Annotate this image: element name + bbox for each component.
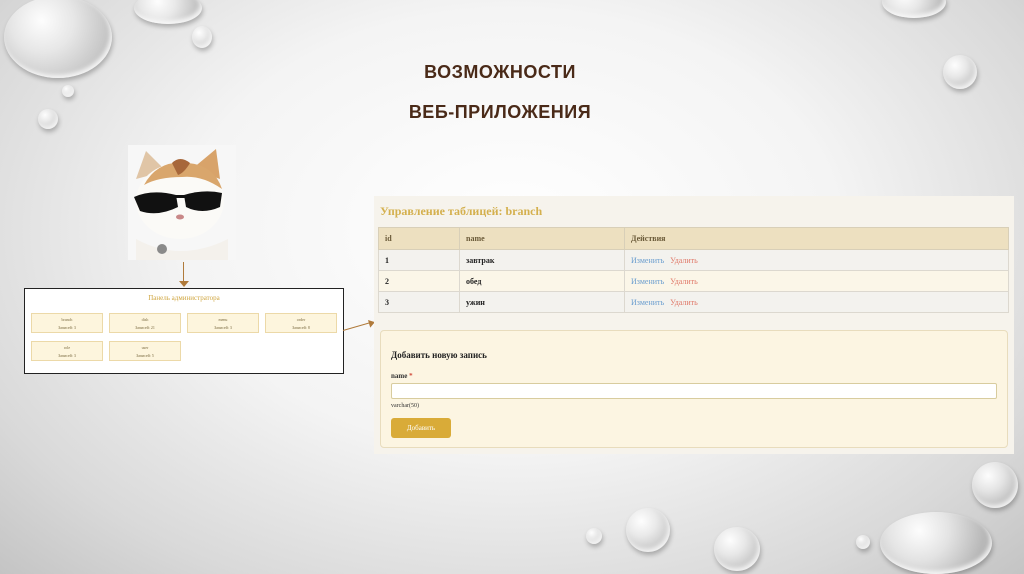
cell-id: 1 <box>378 249 460 271</box>
water-drop <box>62 85 74 97</box>
admin-card-count: Записей: 5 <box>136 353 154 358</box>
admin-card-count: Записей: 3 <box>58 325 76 330</box>
admin-card[interactable]: branch Записей: 3 <box>31 313 103 333</box>
table-row: 2 обед Изменить Удалить <box>378 270 1009 292</box>
admin-card[interactable]: user Записей: 5 <box>109 341 181 361</box>
admin-card[interactable]: dish Записей: 21 <box>109 313 181 333</box>
water-drop <box>880 512 992 574</box>
add-record-form: Добавить новую запись name * varchar(50)… <box>380 330 1008 448</box>
water-drop <box>586 528 602 544</box>
cell-name: ужин <box>459 291 625 313</box>
cell-actions: Изменить Удалить <box>624 270 1009 292</box>
water-drop <box>192 26 212 48</box>
water-drop <box>626 508 670 552</box>
admin-card[interactable]: order Записей: 8 <box>265 313 337 333</box>
delete-link[interactable]: Удалить <box>670 277 698 286</box>
form-heading: Добавить новую запись <box>391 350 487 360</box>
cell-name: обед <box>459 270 625 292</box>
cell-actions: Изменить Удалить <box>624 249 1009 271</box>
cell-name: завтрак <box>459 249 625 271</box>
table-header-row: id name Действия <box>378 227 1009 250</box>
column-header-name: name <box>459 227 625 250</box>
table-management-panel: Управление таблицей: branch id name Дейс… <box>374 196 1014 454</box>
admin-card-name: dish <box>141 317 149 322</box>
admin-card[interactable]: menu Записей: 3 <box>187 313 259 333</box>
table-row: 3 ужин Изменить Удалить <box>378 291 1009 313</box>
admin-card[interactable]: role Записей: 3 <box>31 341 103 361</box>
panel-title: Управление таблицей: branch <box>380 204 543 218</box>
slide-title-line1: ВОЗМОЖНОСТИ <box>424 62 576 82</box>
water-drop <box>972 462 1018 508</box>
admin-card-name: branch <box>61 317 73 322</box>
delete-link[interactable]: Удалить <box>670 298 698 307</box>
admin-panel-screenshot: Панель администратора branch Записей: 3 … <box>24 288 344 374</box>
edit-link[interactable]: Изменить <box>631 298 664 307</box>
column-header-id: id <box>378 227 460 250</box>
connector-line <box>342 322 371 331</box>
edit-link[interactable]: Изменить <box>631 256 664 265</box>
admin-card-name: menu <box>218 317 228 322</box>
slide-title-line2: ВЕБ-ПРИЛОЖЕНИЯ <box>408 102 592 122</box>
admin-card-count: Записей: 3 <box>58 353 76 358</box>
water-drop <box>856 535 870 549</box>
column-header-actions: Действия <box>624 227 1009 250</box>
cell-id: 2 <box>378 270 460 292</box>
cat-with-sunglasses-image <box>128 145 236 260</box>
admin-card-name: user <box>141 345 149 350</box>
water-drop <box>134 0 202 24</box>
name-field-label-text: name <box>391 372 408 380</box>
delete-link[interactable]: Удалить <box>670 256 698 265</box>
cell-actions: Изменить Удалить <box>624 291 1009 313</box>
table-row: 1 завтрак Изменить Удалить <box>378 249 1009 271</box>
required-mark: * <box>409 372 413 380</box>
edit-link[interactable]: Изменить <box>631 277 664 286</box>
water-drop <box>882 0 946 18</box>
name-input[interactable] <box>391 383 997 399</box>
admin-card-name: role <box>63 345 71 350</box>
add-button[interactable]: Добавить <box>391 418 451 438</box>
admin-card-count: Записей: 3 <box>214 325 232 330</box>
type-hint: varchar(50) <box>391 403 419 409</box>
water-drop <box>714 527 760 571</box>
admin-panel-title: Панель администратора <box>148 294 220 302</box>
admin-card-count: Записей: 21 <box>135 325 155 330</box>
name-field-label: name * <box>391 372 413 380</box>
branch-table: id name Действия 1 завтрак Изменить Удали… <box>378 227 1009 313</box>
admin-card-count: Записей: 8 <box>292 325 310 330</box>
cell-id: 3 <box>378 291 460 313</box>
arrow-down-icon <box>179 281 189 287</box>
admin-card-name: order <box>296 317 306 322</box>
